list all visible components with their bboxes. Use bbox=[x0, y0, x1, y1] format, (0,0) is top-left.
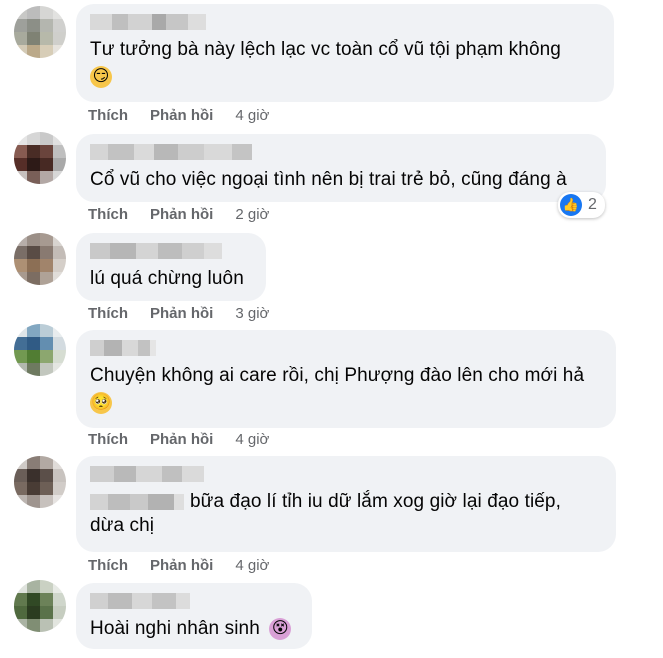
reaction-summary[interactable]: 👍 2 bbox=[558, 192, 605, 218]
comment-time[interactable]: 4 giờ bbox=[235, 557, 269, 574]
comment-time[interactable]: 4 giờ bbox=[235, 431, 269, 448]
smirk-emoji-icon: 😏 bbox=[90, 66, 112, 88]
author-name-blurred[interactable] bbox=[90, 243, 252, 259]
comment-text-line-2: dừa chị bbox=[90, 515, 155, 536]
comment-bubble: lú quá chừng luôn bbox=[76, 233, 266, 301]
comment-bubble: Chuyện không ai care rồi, chị Phượng đào… bbox=[76, 330, 616, 428]
author-name-blurred[interactable] bbox=[90, 593, 298, 609]
author-name-blurred[interactable] bbox=[90, 340, 602, 356]
mention-blurred[interactable] bbox=[90, 493, 184, 510]
comment-actions: Thích Phản hồi 3 giờ bbox=[88, 305, 269, 322]
like-button[interactable]: Thích bbox=[88, 557, 128, 574]
avatar[interactable] bbox=[14, 233, 66, 285]
like-button[interactable]: Thích bbox=[88, 305, 128, 322]
comment-text: Tư tưởng bà này lệch lạc vc toàn cổ vũ t… bbox=[90, 39, 561, 60]
reply-button[interactable]: Phản hồi bbox=[150, 107, 213, 124]
comment-actions: Thích Phản hồi 2 giờ bbox=[88, 206, 269, 223]
comment-actions: Thích Phản hồi 4 giờ bbox=[88, 557, 269, 574]
like-button[interactable]: Thích bbox=[88, 107, 128, 124]
avatar[interactable] bbox=[14, 456, 66, 508]
comment-text: lú quá chừng luôn bbox=[90, 268, 244, 289]
like-icon: 👍 bbox=[560, 194, 582, 216]
comment-text: Hoài nghi nhân sinh bbox=[90, 618, 260, 639]
comment-bubble: bữa đạo lí tỉh iu dữ lắm xog giờ lại đạo… bbox=[76, 456, 616, 552]
dizzy-face-emoji-icon: 😵 bbox=[269, 617, 292, 640]
comment-bubble: Tư tưởng bà này lệch lạc vc toàn cổ vũ t… bbox=[76, 4, 614, 102]
reply-button[interactable]: Phản hồi bbox=[150, 206, 213, 223]
avatar[interactable] bbox=[14, 132, 66, 184]
reply-button[interactable]: Phản hồi bbox=[150, 557, 213, 574]
comment-time[interactable]: 2 giờ bbox=[235, 206, 269, 223]
like-button[interactable]: Thích bbox=[88, 431, 128, 448]
pleading-face-emoji-icon: 🥺 bbox=[90, 392, 112, 414]
reply-button[interactable]: Phản hồi bbox=[150, 305, 213, 322]
comment-text: Cổ vũ cho việc ngoại tình nên bị trai tr… bbox=[90, 169, 567, 190]
comment-bubble: Cổ vũ cho việc ngoại tình nên bị trai tr… bbox=[76, 134, 606, 202]
author-name-blurred[interactable] bbox=[90, 466, 602, 482]
comment-text-row: Hoài nghi nhân sinh 😵 bbox=[90, 617, 298, 641]
reply-button[interactable]: Phản hồi bbox=[150, 431, 213, 448]
avatar[interactable] bbox=[14, 324, 66, 376]
comment-text-line-1: bữa đạo lí tỉh iu dữ lắm xog giờ lại đạo… bbox=[90, 490, 602, 514]
comment-bubble: Hoài nghi nhân sinh 😵 bbox=[76, 583, 312, 649]
comment-text: Chuyện không ai care rồi, chị Phượng đào… bbox=[90, 365, 585, 386]
comment-text: bữa đạo lí tỉh iu dữ lắm xog giờ lại đạo… bbox=[190, 491, 561, 512]
comment-time[interactable]: 4 giờ bbox=[235, 107, 269, 124]
avatar[interactable] bbox=[14, 580, 66, 632]
comment-time[interactable]: 3 giờ bbox=[235, 305, 269, 322]
avatar[interactable] bbox=[14, 6, 66, 58]
comment-actions: Thích Phản hồi 4 giờ bbox=[88, 107, 269, 124]
comment-actions: Thích Phản hồi 4 giờ bbox=[88, 431, 269, 448]
author-name-blurred[interactable] bbox=[90, 14, 600, 30]
like-button[interactable]: Thích bbox=[88, 206, 128, 223]
author-name-blurred[interactable] bbox=[90, 144, 592, 160]
reaction-count: 2 bbox=[588, 196, 597, 213]
